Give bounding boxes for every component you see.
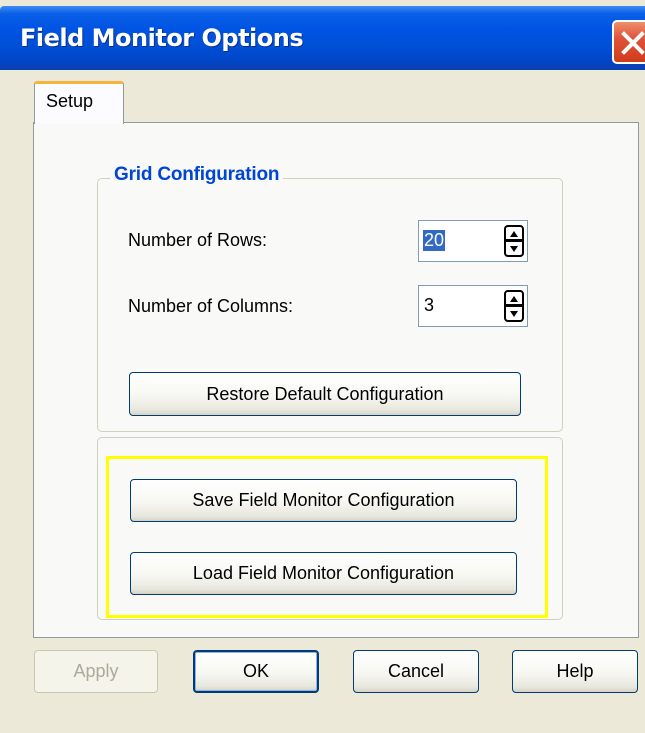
setup-tab-page: Grid Configuration Number of Rows: 20 Nu… — [33, 122, 639, 638]
rows-label: Number of Rows: — [128, 230, 268, 250]
arrow-down-icon — [510, 311, 518, 317]
title-bar[interactable]: Field Monitor Options — [0, 6, 645, 70]
window-title: Field Monitor Options — [20, 24, 304, 52]
rows-increment-button[interactable] — [504, 225, 524, 241]
tab-setup-label: Setup — [46, 91, 94, 111]
close-button[interactable] — [612, 20, 645, 64]
close-icon — [621, 31, 645, 55]
help-button[interactable]: Help — [512, 650, 638, 693]
rows-spinner[interactable]: 20 — [418, 220, 528, 262]
columns-decrement-button[interactable] — [504, 306, 524, 322]
columns-value[interactable]: 3 — [423, 295, 435, 316]
load-configuration-button[interactable]: Load Field Monitor Configuration — [130, 552, 517, 595]
rows-value[interactable]: 20 — [423, 230, 446, 251]
columns-label: Number of Columns: — [128, 296, 294, 316]
save-configuration-button[interactable]: Save Field Monitor Configuration — [130, 479, 517, 522]
columns-increment-button[interactable] — [504, 290, 524, 306]
arrow-down-icon — [510, 246, 518, 252]
field-monitor-options-dialog: Field Monitor Options Setup Grid Configu… — [0, 0, 645, 733]
columns-spinner[interactable]: 3 — [418, 285, 528, 327]
ok-button[interactable]: OK — [193, 650, 319, 693]
rows-decrement-button[interactable] — [504, 241, 524, 257]
arrow-up-icon — [510, 296, 518, 302]
rows-spin-buttons — [504, 225, 524, 257]
tab-setup[interactable]: Setup — [34, 81, 124, 124]
restore-default-button[interactable]: Restore Default Configuration — [129, 372, 521, 416]
arrow-up-icon — [510, 231, 518, 237]
columns-spin-buttons — [504, 290, 524, 322]
apply-button[interactable]: Apply — [34, 650, 158, 693]
cancel-button[interactable]: Cancel — [353, 650, 479, 693]
grid-configuration-title: Grid Configuration — [110, 164, 284, 186]
